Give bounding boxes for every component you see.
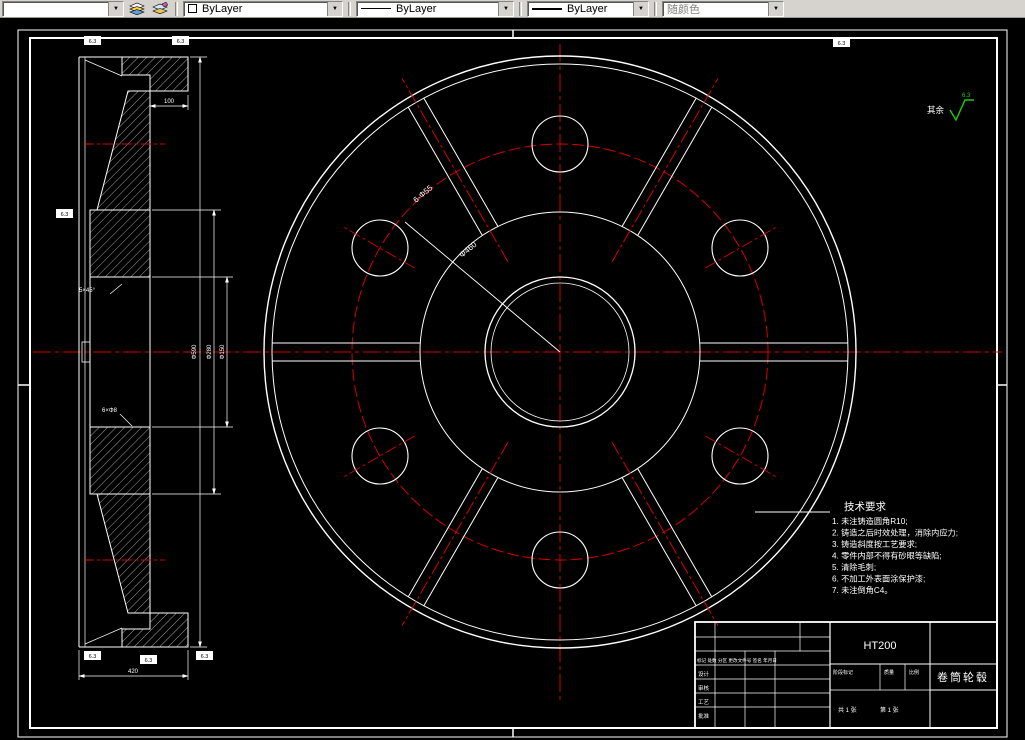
linetype-combo-value: ByLayer (396, 2, 437, 15)
finish-mark: 6.3 (172, 36, 189, 45)
chevron-down-icon[interactable]: ▼ (327, 1, 342, 16)
cad-application-window: { "toolbar": { "layer_value": "", "color… (0, 0, 1025, 740)
hub-section-bottom (89, 426, 151, 495)
layer-previous-button[interactable] (150, 0, 170, 17)
properties-toolbar: ▼ ByLayer ▼ ByLayer ▼ ByLayer ▼ 随颜色 ▼ (0, 0, 1025, 18)
finish-mark-value: 6.3 (201, 654, 209, 660)
dim-outer-dia: Φ590 (192, 344, 198, 359)
lineweight-combo[interactable]: ByLayer ▼ (527, 0, 649, 17)
dim-top-width: 100 (164, 99, 175, 105)
chevron-down-icon[interactable]: ▼ (498, 1, 513, 16)
finish-mark-value: 6.3 (89, 39, 97, 45)
dim-tap-holes: 6×Φ8 (102, 408, 118, 414)
hub-section-top (89, 209, 151, 278)
layers-button[interactable] (127, 0, 147, 17)
dim-hub-dia: Φ280 (207, 344, 213, 359)
sheet-count: 共 1 张 (838, 706, 857, 714)
dim-chamfer: 5×45° (79, 288, 96, 294)
layer-combo[interactable]: ▼ (2, 0, 124, 17)
page-count: 第 1 张 (880, 706, 899, 714)
tech-requirement-item: 7. 未注倒角C4。 (832, 585, 893, 595)
finish-mark: 6.3 (84, 651, 101, 660)
color-combo[interactable]: ByLayer ▼ (183, 0, 343, 17)
tech-requirement-item: 2. 铸造之后时效处理，消除内应力; (832, 528, 958, 538)
toolbar-separator (348, 1, 351, 16)
role-label: 工艺 (698, 699, 710, 706)
finish-mark-value: 6.3 (177, 39, 185, 45)
finish-mark-value: 6.3 (89, 654, 97, 660)
tech-requirement-item: 4. 零件内部不得有砂眼等缺陷; (832, 551, 942, 561)
tech-requirement-item: 5. 清除毛刺; (832, 562, 876, 572)
chevron-down-icon[interactable]: ▼ (768, 1, 783, 16)
finish-mark: 6.3 (196, 651, 213, 660)
lineweight-sample-icon (532, 7, 562, 10)
chevron-down-icon[interactable]: ▼ (633, 1, 648, 16)
rest-finish-value: 6.3 (962, 93, 971, 99)
dim-total-width: 420 (128, 669, 139, 675)
toolbar-separator (519, 1, 522, 16)
layers-stack-icon (129, 2, 145, 15)
finish-mark: 6.3 (84, 36, 101, 45)
toolbar-separator (175, 1, 178, 16)
role-label: 设计 (698, 670, 710, 678)
finish-mark: 6.3 (833, 38, 850, 47)
finish-mark: 6.3 (140, 655, 157, 664)
material-label: HT200 (863, 640, 896, 652)
role-label: 批准 (698, 712, 710, 720)
tech-requirements-title: 技术要求 (844, 500, 886, 513)
tech-requirement-item: 3. 铸造斜度按工艺要求; (832, 539, 917, 549)
plotstyle-combo-value: 随颜色 (667, 3, 700, 16)
lineweight-combo-value: ByLayer (567, 2, 608, 15)
part-name-label: 卷筒轮毂 (937, 670, 989, 684)
drawing-canvas[interactable]: Φ460 6-Φ55 Φ590 Φ280 Φ150 100 420 5×45° … (0, 0, 1025, 740)
scale-label: 比例 (909, 669, 919, 676)
stage-label: 阶段标记 (833, 669, 853, 676)
linetype-sample-icon (361, 8, 391, 9)
finish-mark-value: 6.3 (61, 212, 69, 218)
finish-mark-value: 6.3 (838, 41, 846, 47)
color-swatch-icon (188, 4, 197, 13)
plotstyle-combo[interactable]: 随颜色 ▼ (662, 0, 784, 17)
role-label: 审核 (698, 684, 710, 692)
revision-header: 标记 处数 分区 更改文件号 签名 年月日 (697, 657, 777, 664)
layer-previous-icon (152, 1, 168, 14)
weight-label: 质量 (884, 669, 894, 676)
color-combo-value: ByLayer (202, 2, 243, 15)
linetype-combo[interactable]: ByLayer ▼ (356, 0, 514, 17)
rest-label: 其余 (927, 105, 945, 115)
dim-bore-dia: Φ150 (220, 344, 226, 359)
finish-mark: 6.3 (56, 209, 73, 218)
tech-requirement-item: 6. 不加工外表面涂保护漆; (832, 574, 925, 584)
finish-mark-value: 6.3 (145, 658, 153, 664)
chevron-down-icon[interactable]: ▼ (108, 1, 123, 16)
toolbar-separator (654, 1, 657, 16)
tech-requirement-item: 1. 未注铸造圆角R10; (832, 516, 908, 526)
layer-combo-value (3, 2, 108, 16)
